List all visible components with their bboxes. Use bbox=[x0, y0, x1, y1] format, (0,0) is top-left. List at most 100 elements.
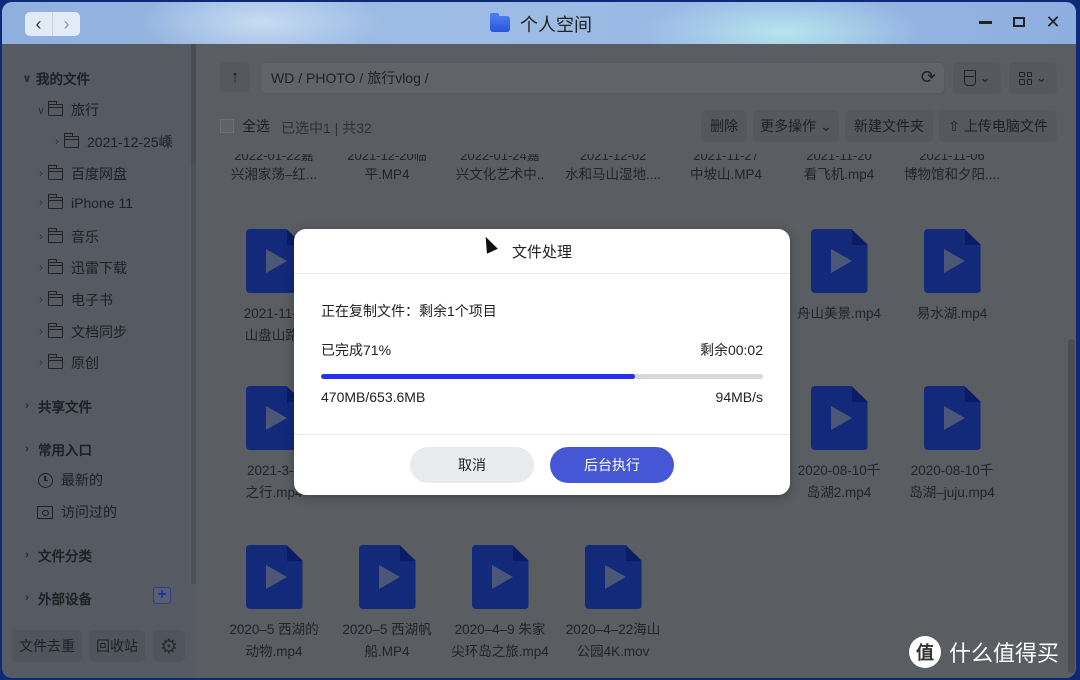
sidebar-folder-xunlei[interactable]: › 迅雷下载 bbox=[34, 258, 127, 278]
main-scrollbar[interactable] bbox=[1068, 339, 1075, 673]
chevron-right-icon: › bbox=[39, 262, 43, 274]
maximize-button[interactable] bbox=[1010, 12, 1028, 32]
video-file-icon bbox=[584, 545, 642, 609]
app-window: ‹ › 个人空间 ✕ ∨ 我的文件 ∨ 旅行 › 2021-12-25嵊 › 百… bbox=[2, 2, 1076, 678]
file-item[interactable]: 2020–4–9 朱家 尖环岛之旅.mp4 bbox=[444, 545, 556, 663]
sidebar-label: 共享文件 bbox=[38, 400, 92, 415]
file-item[interactable]: 2021-12-02 水和马山湿地.... bbox=[557, 154, 669, 186]
folder-icon bbox=[48, 194, 63, 209]
close-button[interactable]: ✕ bbox=[1044, 12, 1062, 32]
path-bar[interactable]: WD / PHOTO / 旅行vlog / ⟳ bbox=[260, 62, 945, 94]
arrow-up-icon: ↑ bbox=[230, 67, 240, 86]
sidebar-folder-travel[interactable]: ∨ 旅行 bbox=[34, 100, 99, 120]
transfer-speed: 94MB/s bbox=[715, 389, 763, 405]
sort-button[interactable]: ⌄ bbox=[953, 62, 1001, 94]
file-item[interactable]: 2020-08-10千 岛湖–juju.mp4 bbox=[896, 386, 1008, 504]
plus-icon: + bbox=[157, 586, 167, 603]
dialog-title: 文件处理 bbox=[294, 229, 790, 274]
file-name: 博物馆和夕阳.... bbox=[903, 167, 1000, 182]
chevron-right-icon: › bbox=[25, 549, 29, 561]
forward-button[interactable]: › bbox=[52, 12, 80, 36]
file-name-line1: 2020–4–22海山 bbox=[565, 622, 661, 637]
video-file-icon bbox=[810, 229, 868, 293]
sidebar-recent[interactable]: 最新的 bbox=[37, 470, 103, 490]
select-all-label: 全选 bbox=[242, 118, 270, 134]
file-item[interactable]: 2021-12-20临 平.MP4 bbox=[331, 154, 443, 186]
file-item[interactable]: 2022-01-24嘉 兴文化艺术中.. bbox=[444, 154, 556, 186]
delete-button[interactable]: 删除 bbox=[701, 110, 747, 142]
cancel-button[interactable]: 取消 bbox=[410, 447, 534, 483]
sidebar-shared-files[interactable]: › 共享文件 bbox=[20, 396, 92, 416]
sidebar-common-entry[interactable]: › 常用入口 bbox=[20, 439, 92, 459]
chevron-down-icon: ∨ bbox=[36, 104, 46, 117]
sidebar-folder-iphone[interactable]: › iPhone 11 bbox=[34, 194, 133, 211]
minimize-button[interactable] bbox=[976, 12, 994, 32]
run-in-background-button[interactable]: 后台执行 bbox=[550, 447, 674, 483]
refresh-icon[interactable]: ⟳ bbox=[921, 67, 936, 88]
sidebar-my-files[interactable]: ∨ 我的文件 bbox=[20, 68, 90, 88]
sidebar-folder-music[interactable]: › 音乐 bbox=[34, 227, 99, 247]
maximize-icon bbox=[1013, 17, 1025, 27]
sidebar-folder-docsync[interactable]: › 文档同步 bbox=[34, 322, 127, 342]
checkbox[interactable] bbox=[220, 119, 234, 133]
sidebar-external-devices[interactable]: › 外部设备 bbox=[20, 588, 92, 608]
file-name: 兴湘家荡–红... bbox=[230, 167, 318, 182]
file-item[interactable]: 易水湖.mp4 bbox=[896, 229, 1008, 325]
file-name: 兴文化艺术中.. bbox=[455, 167, 545, 182]
upload-button[interactable]: ⇧ 上传电脑文件 bbox=[939, 110, 1057, 142]
close-icon: ✕ bbox=[1045, 11, 1061, 32]
folder-icon bbox=[48, 165, 63, 180]
settings-button[interactable]: ⚙ bbox=[153, 630, 185, 662]
file-item[interactable]: 舟山美景.mp4 bbox=[783, 229, 895, 325]
watermark-logo-icon: 值 bbox=[909, 636, 941, 668]
watermark-text: 什么值得买 bbox=[949, 641, 1060, 666]
recycle-bin-button[interactable]: 回收站 bbox=[89, 630, 145, 662]
file-item[interactable]: 2021-11-27 中坡山.MP4 bbox=[670, 154, 782, 186]
sidebar-folder-2021-12-25[interactable]: › 2021-12-25嵊 bbox=[50, 132, 173, 152]
file-item[interactable]: 2022-01-22嘉 兴湘家荡–红... bbox=[218, 154, 330, 186]
folder-label: 电子书 bbox=[71, 292, 113, 308]
progress-bar bbox=[321, 374, 763, 379]
copy-status: 正在复制文件：剩余1个项目 bbox=[321, 303, 497, 319]
window-title: 个人空间 bbox=[490, 11, 592, 37]
file-item[interactable]: 2020–5 西湖的 动物.mp4 bbox=[218, 545, 330, 663]
file-name-line1: 2020–5 西湖帆 bbox=[342, 622, 432, 637]
up-directory-button[interactable]: ↑ bbox=[220, 62, 250, 92]
sidebar-visited[interactable]: 访问过的 bbox=[37, 502, 117, 522]
chevron-right-icon: › bbox=[55, 136, 59, 148]
clock-icon bbox=[37, 472, 53, 488]
file-name: 水和马山湿地.... bbox=[564, 167, 661, 182]
file-name-line2: 船.MP4 bbox=[364, 644, 410, 659]
view-mode-button[interactable]: ⌄ bbox=[1009, 62, 1057, 94]
folder-label: 百度网盘 bbox=[71, 166, 127, 182]
file-item[interactable]: 2021-11-20 看飞机.mp4 bbox=[783, 154, 895, 186]
sidebar-folder-ebooks[interactable]: › 电子书 bbox=[34, 290, 113, 310]
file-name-line1: 2020–5 西湖的 bbox=[229, 622, 319, 637]
title-bar: ‹ › 个人空间 ✕ bbox=[2, 2, 1076, 44]
sidebar-folder-baidu[interactable]: › 百度网盘 bbox=[34, 164, 127, 184]
eye-folder-icon bbox=[37, 504, 53, 520]
more-actions-button[interactable]: 更多操作 ⌄ bbox=[753, 110, 839, 142]
select-all-checkbox[interactable]: 全选 bbox=[220, 116, 270, 136]
dedupe-button[interactable]: 文件去重 bbox=[12, 630, 82, 662]
file-item[interactable]: 2020–5 西湖帆 船.MP4 bbox=[331, 545, 443, 663]
sidebar-folder-original[interactable]: › 原创 bbox=[34, 353, 99, 373]
file-item[interactable]: 2020–4–22海山 公园4K.mov bbox=[557, 545, 669, 663]
back-button[interactable]: ‹ bbox=[25, 12, 52, 36]
minimize-icon bbox=[978, 20, 992, 24]
more-actions-label: 更多操作 bbox=[760, 118, 817, 134]
sidebar-file-category[interactable]: › 文件分类 bbox=[20, 545, 92, 565]
new-folder-button[interactable]: 新建文件夹 bbox=[845, 110, 933, 142]
file-item[interactable]: 2020-08-10千 岛湖2.mp4 bbox=[783, 386, 895, 504]
watermark: 值 什么值得买 bbox=[909, 636, 1059, 668]
video-file-icon bbox=[471, 545, 529, 609]
folder-icon bbox=[490, 13, 510, 32]
file-item[interactable]: 2021-11-06 博物馆和夕阳.... bbox=[896, 154, 1008, 186]
sidebar-my-files-label: 我的文件 bbox=[36, 72, 90, 87]
grid-view-icon bbox=[1019, 71, 1033, 85]
folder-label: 旅行 bbox=[71, 102, 99, 118]
add-device-button[interactable]: + bbox=[153, 587, 171, 604]
file-name-line2: 尖环岛之旅.mp4 bbox=[451, 644, 549, 659]
sidebar-label: 常用入口 bbox=[38, 443, 92, 458]
folder-icon bbox=[48, 228, 63, 243]
